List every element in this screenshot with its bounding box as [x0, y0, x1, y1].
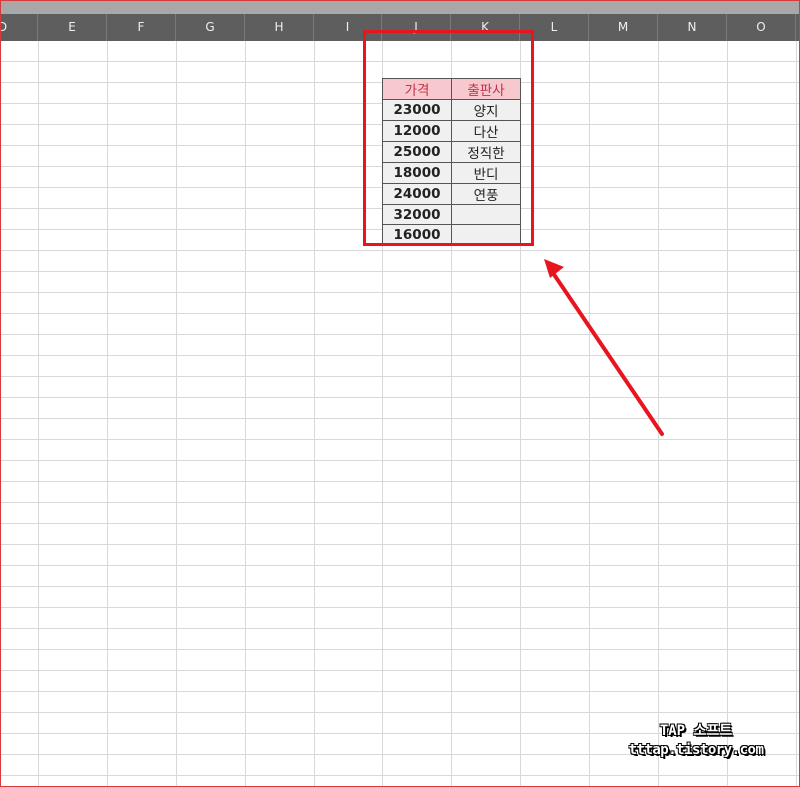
grid-row-line [1, 607, 799, 608]
grid-row-line [1, 355, 799, 356]
grid-row-line [1, 313, 799, 314]
grid-row-line [1, 292, 799, 293]
column-label: N [687, 20, 697, 34]
grid-row-line [1, 502, 799, 503]
grid-row-line [1, 775, 799, 776]
grid-column-line [38, 41, 39, 786]
column-label: F [137, 20, 145, 34]
highlight-box [363, 30, 534, 246]
column-header-n[interactable]: N [658, 14, 727, 41]
grid-row-line [1, 397, 799, 398]
grid-row-line [1, 481, 799, 482]
column-label: D [1, 20, 7, 34]
column-label: O [756, 20, 766, 34]
grid-row-line [1, 250, 799, 251]
grid-column-line [176, 41, 177, 786]
column-label: E [68, 20, 76, 34]
column-header-m[interactable]: M [589, 14, 658, 41]
grid-row-line [1, 439, 799, 440]
column-header-g[interactable]: G [176, 14, 245, 41]
grid-row-line [1, 628, 799, 629]
grid-column-line [245, 41, 246, 786]
grid-column-line [107, 41, 108, 786]
grid-row-line [1, 691, 799, 692]
grid-row-line [1, 418, 799, 419]
grid-row-line [1, 712, 799, 713]
column-header-o[interactable]: O [727, 14, 796, 41]
grid-row-line [1, 271, 799, 272]
watermark-title: TAP 소프트 [659, 723, 733, 739]
grid-row-line [1, 649, 799, 650]
column-header-f[interactable]: F [107, 14, 176, 41]
column-label: I [345, 20, 350, 34]
watermark-logo: TAP 소프트 tttap.tistory.com [616, 721, 776, 759]
column-header-d[interactable]: D [1, 14, 38, 41]
grid-column-line [589, 41, 590, 786]
grid-row-line [1, 670, 799, 671]
grid-row-line [1, 460, 799, 461]
grid-row-line [1, 544, 799, 545]
grid-row-line [1, 334, 799, 335]
column-header-h[interactable]: H [245, 14, 314, 41]
spreadsheet-window: D E F G H I J K L M N O 가격 출판사 23000 양지 [0, 0, 800, 787]
grid-column-line [314, 41, 315, 786]
column-label: H [274, 20, 284, 34]
toolbar-strip [1, 1, 799, 14]
grid-row-line [1, 523, 799, 524]
grid-row-line [1, 586, 799, 587]
grid-column-line [796, 41, 797, 786]
column-label: M [617, 20, 629, 34]
column-label: G [205, 20, 215, 34]
watermark-url: tttap.tistory.com [628, 742, 764, 758]
grid-column-line [727, 41, 728, 786]
grid-row-line [1, 376, 799, 377]
column-header-e[interactable]: E [38, 14, 107, 41]
column-label: L [550, 20, 558, 34]
grid-row-line [1, 565, 799, 566]
grid-column-line [658, 41, 659, 786]
